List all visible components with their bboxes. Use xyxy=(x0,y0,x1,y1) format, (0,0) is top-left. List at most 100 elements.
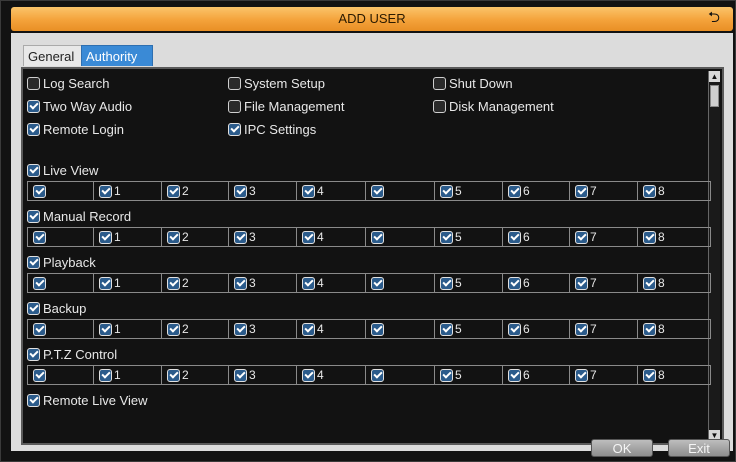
checkbox-icon[interactable] xyxy=(440,276,453,290)
checkbox-icon[interactable] xyxy=(302,276,315,290)
checkbox-icon[interactable] xyxy=(371,230,384,244)
ok-button[interactable]: OK xyxy=(591,439,653,457)
group-playback[interactable]: Playback xyxy=(27,253,96,271)
checkbox-icon[interactable] xyxy=(440,230,453,244)
checkbox-icon[interactable] xyxy=(508,230,521,244)
checkbox-icon[interactable] xyxy=(27,209,40,223)
perm-disk-management[interactable]: Disk Management xyxy=(433,97,554,115)
checkbox-icon[interactable] xyxy=(27,301,40,315)
channel-checkbox[interactable]: 4 xyxy=(297,182,366,200)
channel-checkbox[interactable]: 7 xyxy=(570,320,638,338)
checkbox-icon[interactable] xyxy=(27,255,40,269)
channel-checkbox[interactable] xyxy=(28,320,94,338)
scrollbar[interactable]: ▲ ▼ xyxy=(708,71,720,441)
perm-shut-down[interactable]: Shut Down xyxy=(433,74,513,92)
checkbox-icon[interactable] xyxy=(643,368,656,382)
back-arrow-icon[interactable]: ⮌ xyxy=(705,9,723,27)
channel-checkbox[interactable]: 8 xyxy=(638,182,702,200)
channel-checkbox[interactable]: 4 xyxy=(297,366,366,384)
channel-checkbox[interactable]: 7 xyxy=(570,182,638,200)
group-p-t-z-control[interactable]: P.T.Z Control xyxy=(27,345,117,363)
perm-ipc-settings[interactable]: IPC Settings xyxy=(228,120,316,138)
channel-checkbox[interactable]: 6 xyxy=(503,320,570,338)
channel-checkbox[interactable]: 5 xyxy=(435,274,503,292)
checkbox-icon[interactable] xyxy=(575,184,588,198)
checkbox-icon[interactable] xyxy=(643,230,656,244)
checkbox-icon[interactable] xyxy=(302,184,315,198)
group-live-view[interactable]: Live View xyxy=(27,161,98,179)
channel-checkbox[interactable] xyxy=(366,182,435,200)
channel-checkbox[interactable]: 8 xyxy=(638,320,702,338)
checkbox-icon[interactable] xyxy=(228,122,241,136)
checkbox-icon[interactable] xyxy=(99,322,112,336)
group-remote-live-view[interactable]: Remote Live View xyxy=(27,391,148,409)
channel-checkbox[interactable]: 3 xyxy=(229,366,297,384)
perm-file-management[interactable]: File Management xyxy=(228,97,344,115)
channel-checkbox[interactable]: 2 xyxy=(162,182,229,200)
checkbox-icon[interactable] xyxy=(27,163,40,177)
checkbox-icon[interactable] xyxy=(99,230,112,244)
perm-two-way-audio[interactable]: Two Way Audio xyxy=(27,97,132,115)
channel-checkbox[interactable]: 8 xyxy=(638,274,702,292)
channel-checkbox[interactable]: 6 xyxy=(503,228,570,246)
checkbox-icon[interactable] xyxy=(33,276,46,290)
checkbox-icon[interactable] xyxy=(99,184,112,198)
channel-checkbox[interactable]: 7 xyxy=(570,274,638,292)
channel-checkbox[interactable]: 7 xyxy=(570,228,638,246)
checkbox-icon[interactable] xyxy=(27,76,40,90)
checkbox-icon[interactable] xyxy=(27,99,40,113)
channel-checkbox[interactable]: 1 xyxy=(94,366,162,384)
channel-checkbox[interactable]: 3 xyxy=(229,320,297,338)
checkbox-icon[interactable] xyxy=(27,122,40,136)
checkbox-icon[interactable] xyxy=(33,230,46,244)
scroll-thumb[interactable] xyxy=(710,85,719,107)
checkbox-icon[interactable] xyxy=(33,368,46,382)
channel-checkbox[interactable] xyxy=(28,366,94,384)
checkbox-icon[interactable] xyxy=(167,276,180,290)
group-backup[interactable]: Backup xyxy=(27,299,86,317)
checkbox-icon[interactable] xyxy=(440,368,453,382)
channel-checkbox[interactable]: 2 xyxy=(162,274,229,292)
channel-checkbox[interactable]: 8 xyxy=(638,366,702,384)
checkbox-icon[interactable] xyxy=(27,347,40,361)
channel-checkbox[interactable] xyxy=(366,366,435,384)
channel-checkbox[interactable]: 7 xyxy=(570,366,638,384)
checkbox-icon[interactable] xyxy=(234,276,247,290)
checkbox-icon[interactable] xyxy=(302,322,315,336)
channel-checkbox[interactable]: 2 xyxy=(162,228,229,246)
channel-checkbox[interactable] xyxy=(366,228,435,246)
tab-authority[interactable]: Authority xyxy=(81,45,153,66)
checkbox-icon[interactable] xyxy=(234,322,247,336)
channel-checkbox[interactable]: 3 xyxy=(229,182,297,200)
checkbox-icon[interactable] xyxy=(440,184,453,198)
checkbox-icon[interactable] xyxy=(27,393,40,407)
checkbox-icon[interactable] xyxy=(234,184,247,198)
checkbox-icon[interactable] xyxy=(643,322,656,336)
channel-checkbox[interactable]: 1 xyxy=(94,228,162,246)
checkbox-icon[interactable] xyxy=(371,322,384,336)
channel-checkbox[interactable]: 6 xyxy=(503,182,570,200)
checkbox-icon[interactable] xyxy=(371,184,384,198)
channel-checkbox[interactable] xyxy=(28,228,94,246)
checkbox-icon[interactable] xyxy=(575,368,588,382)
channel-checkbox[interactable] xyxy=(366,274,435,292)
scroll-up-icon[interactable]: ▲ xyxy=(709,71,720,82)
channel-checkbox[interactable]: 5 xyxy=(435,366,503,384)
checkbox-icon[interactable] xyxy=(167,368,180,382)
channel-checkbox[interactable]: 6 xyxy=(503,366,570,384)
channel-checkbox[interactable]: 3 xyxy=(229,274,297,292)
checkbox-icon[interactable] xyxy=(371,368,384,382)
checkbox-icon[interactable] xyxy=(167,322,180,336)
checkbox-icon[interactable] xyxy=(302,368,315,382)
checkbox-icon[interactable] xyxy=(508,276,521,290)
channel-checkbox[interactable]: 1 xyxy=(94,320,162,338)
checkbox-icon[interactable] xyxy=(234,368,247,382)
channel-checkbox[interactable]: 1 xyxy=(94,274,162,292)
checkbox-icon[interactable] xyxy=(167,184,180,198)
group-manual-record[interactable]: Manual Record xyxy=(27,207,131,225)
channel-checkbox[interactable]: 1 xyxy=(94,182,162,200)
checkbox-icon[interactable] xyxy=(508,184,521,198)
channel-checkbox[interactable]: 5 xyxy=(435,320,503,338)
checkbox-icon[interactable] xyxy=(508,322,521,336)
checkbox-icon[interactable] xyxy=(643,276,656,290)
